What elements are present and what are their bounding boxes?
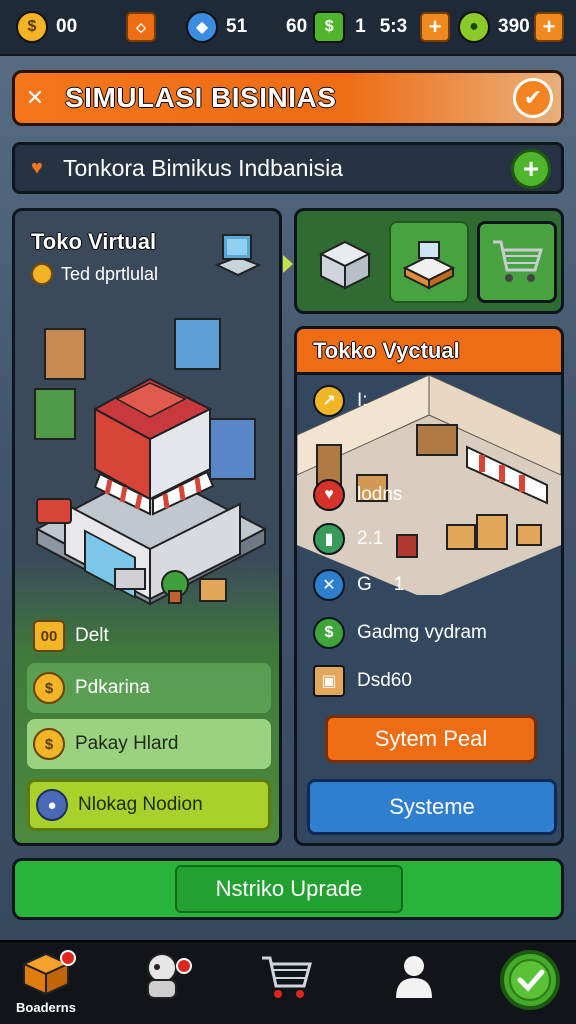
stat-value: 2.1 (357, 528, 384, 549)
timer-value: 5:3 (379, 16, 408, 37)
store-title: Toko Virtual (31, 229, 157, 254)
energy-value: 390 (498, 16, 530, 37)
coin-resource: $ 00 (16, 10, 77, 44)
notification-badge (60, 950, 76, 966)
gem-value: 51 (226, 16, 248, 37)
store-subtitle: Ted dprtlulal (61, 263, 159, 284)
boxes-icon: ▣ (313, 665, 345, 697)
nav-item-boaderns[interactable]: Boaderns (6, 948, 86, 1022)
dollar-extra: 1 (355, 16, 366, 37)
business-name: Tonkora Bimikus Indbanisia (63, 154, 343, 181)
stat-value: lodns (357, 484, 403, 505)
title-banner: ✕ SIMULASI BISINIAS ✔ (12, 70, 564, 126)
debt-row: 00 Delt (27, 611, 271, 661)
close-icon: ✕ (25, 85, 45, 110)
gold-coin-icon: $ (16, 11, 48, 43)
store-option-label: Pakay Hlard (75, 733, 179, 754)
coin-value: 00 (56, 16, 78, 37)
energy-resource: ● 390 (458, 10, 530, 44)
shop-item-fridge[interactable] (305, 221, 385, 303)
add-business-button[interactable]: + (511, 149, 551, 189)
cash-register-icon (402, 241, 456, 290)
dollar-icon: $ (313, 617, 345, 649)
shop-item-counter[interactable] (389, 221, 469, 303)
nav-item-complete[interactable] (490, 948, 570, 1022)
stat-row: ✕ G 1 (313, 567, 404, 603)
close-button[interactable]: ✕ (15, 85, 55, 111)
store-option-label: Nlokag Nodion (78, 794, 203, 815)
coin-icon: $ (33, 672, 65, 704)
computer-icon (214, 234, 262, 277)
upgrade-button[interactable]: Nstriko Uprade (175, 865, 403, 913)
plus-icon: + (428, 14, 442, 39)
nav-label: Boaderns (16, 1000, 76, 1015)
stat-row: ♥ lodns (313, 477, 402, 513)
stat-value: Dsd60 (357, 670, 412, 691)
green-coin-icon: ● (458, 11, 490, 43)
stat-extra: 1 (393, 574, 405, 595)
add-coins-button[interactable]: ⬦ (126, 12, 156, 42)
heart-icon: ♥ (31, 157, 43, 179)
system-deal-button[interactable]: Sytem Peal (325, 715, 537, 763)
shopping-cart-icon (493, 240, 544, 282)
bottle-icon: ▮ (313, 523, 345, 555)
checkmark-icon: ✔ (523, 85, 543, 110)
store-option-row-selected[interactable]: ● Nlokag Nodion (27, 779, 271, 831)
stat-row: $ Gadmg vydram (313, 615, 487, 651)
green-cash-icon: $ (313, 11, 346, 43)
store-option-row[interactable]: $ Pakay Hlard (27, 719, 271, 769)
store-detail-panel: Tokko Vyctual ↗ I: ♥ lodns ▮ 2.1 ✕ G 1 $… (294, 326, 564, 846)
store-panel: Toko Virtual Ted dprtlulal 00 Delt $ Pdk… (12, 208, 282, 846)
systeme-button[interactable]: Systeme (307, 779, 557, 835)
stat-value: I: (357, 390, 368, 411)
heart-icon: ♥ (313, 479, 345, 511)
store-subtitle-row: Ted dprtlulal (31, 263, 158, 285)
page-title: SIMULASI BISINIAS (65, 82, 337, 113)
nav-item-character[interactable] (122, 948, 202, 1022)
detail-title: Tokko Vyctual (313, 337, 460, 363)
add-dollars-button[interactable]: + (420, 12, 450, 42)
bin-icon: ● (36, 789, 68, 821)
dollar-value: 60 (286, 16, 308, 37)
coin-icon: $ (33, 728, 65, 760)
store-option-label: Pdkarina (75, 677, 150, 698)
wrench-icon: ✕ (313, 569, 345, 601)
nav-item-profile[interactable] (374, 948, 454, 1022)
stat-value: Gadmg vydram (357, 622, 487, 643)
stat-value: G (357, 574, 372, 595)
upgrade-bar: Nstriko Uprade (12, 858, 564, 920)
detail-header: Tokko Vyctual (297, 329, 561, 375)
money-bag-icon: 00 (33, 620, 65, 652)
stat-row: ▣ Dsd60 (313, 663, 412, 699)
shopping-cart-icon (262, 956, 312, 998)
store-building-illustration (34, 318, 268, 606)
gem-resource: ◆ 51 (186, 10, 247, 44)
add-energy-button[interactable]: + (534, 12, 564, 42)
business-name-bar[interactable]: ♥ Tonkora Bimikus Indbanisia + (12, 142, 564, 194)
blue-gem-icon: ◆ (186, 11, 218, 43)
chart-icon: ↗ (313, 385, 345, 417)
resource-bar: $ 00 ⬦ ◆ 51 60 $ 1 5:3 + ● 390 + (0, 0, 576, 56)
plus-icon: + (522, 153, 540, 184)
debt-label: Delt (75, 625, 109, 646)
stat-row: ▮ 2.1 (313, 521, 383, 557)
nav-item-shop[interactable] (246, 948, 326, 1022)
notification-badge (176, 958, 192, 974)
dollar-resource: 60 $ 1 5:3 (286, 10, 407, 44)
confirm-button[interactable]: ✔ (513, 78, 553, 118)
green-check-icon (500, 950, 560, 1010)
coin-icon (31, 263, 53, 285)
character-icon (147, 953, 177, 999)
arrow-pointer-icon (283, 255, 293, 273)
shop-item-cart[interactable] (477, 221, 557, 303)
bottom-navigation: Boaderns (0, 940, 576, 1024)
plus-icon: ⬦ (136, 19, 146, 35)
freezer-icon (318, 240, 372, 290)
item-shop-strip (294, 208, 564, 314)
plus-icon: + (542, 14, 556, 39)
person-icon (396, 956, 432, 998)
stat-row: ↗ I: (313, 383, 368, 419)
store-option-row[interactable]: $ Pdkarina (27, 663, 271, 713)
